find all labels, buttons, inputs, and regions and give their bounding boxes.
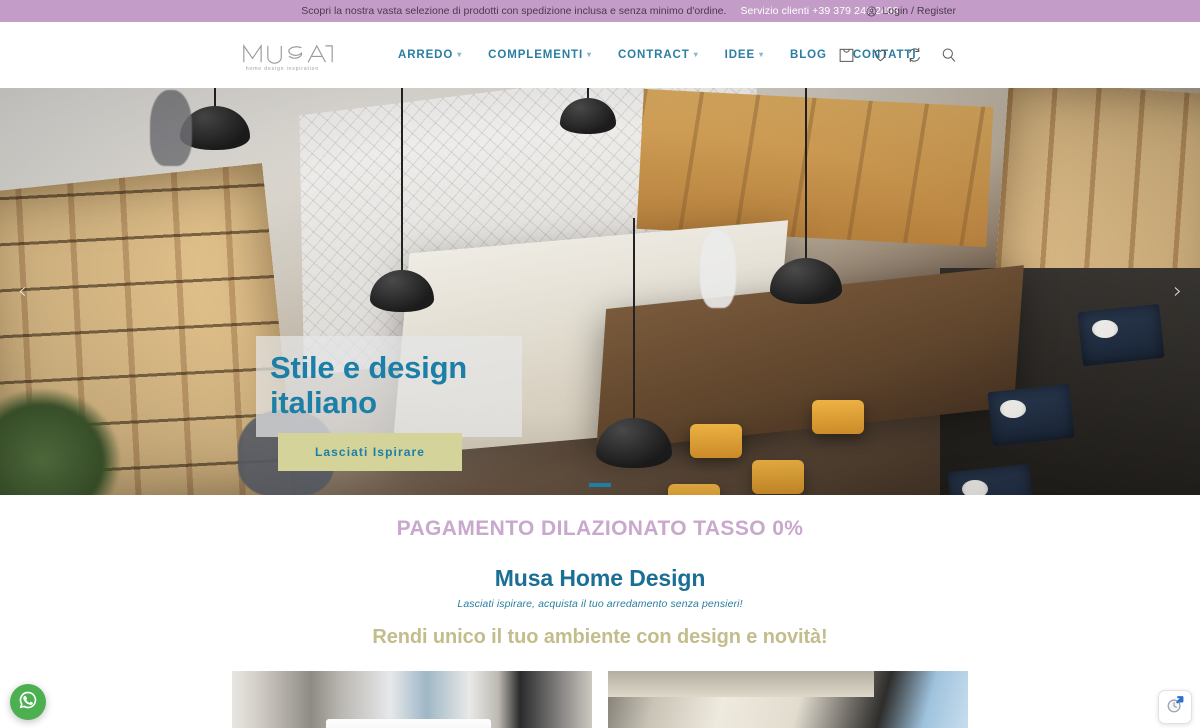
svg-text:home design inspiration: home design inspiration — [246, 66, 319, 72]
compare-icon[interactable] — [906, 47, 923, 64]
nav-item-blog[interactable]: BLOG — [790, 49, 827, 61]
card-modern-lighting-room[interactable] — [608, 671, 968, 728]
whatsapp-chat-button[interactable] — [10, 684, 46, 720]
featured-cards-row — [0, 671, 1200, 728]
user-icon — [866, 6, 877, 17]
hero-caption: Stile e design italiano — [256, 336, 522, 437]
hero-background-image — [0, 88, 1200, 495]
nav-item-contract[interactable]: CONTRACT ▾ — [618, 49, 699, 61]
wishlist-heart-icon[interactable] — [872, 47, 889, 64]
card-dining-room-interior[interactable] — [232, 671, 592, 728]
search-icon[interactable] — [940, 47, 957, 64]
nav-item-arredo[interactable]: ARREDO ▾ — [398, 49, 462, 61]
hero-title-line2: italiano — [270, 385, 377, 421]
chevron-down-icon: ▾ — [693, 50, 699, 59]
promo-banner-text: PAGAMENTO DILAZIONATO TASSO 0% — [396, 517, 804, 540]
carousel-dot-1[interactable] — [589, 483, 611, 487]
intro-secondary-heading: Rendi unico il tuo ambiente con design e… — [372, 626, 828, 648]
hero-title-line1: Stile e design — [270, 350, 468, 385]
site-header: home design inspiration ARREDO ▾ COMPLEM… — [0, 22, 1200, 88]
nav-item-idee[interactable]: IDEE ▾ — [725, 49, 764, 61]
chevron-down-icon: ▾ — [759, 50, 764, 59]
whatsapp-icon — [18, 690, 38, 715]
nav-label: BLOG — [790, 49, 827, 61]
carousel-pagination — [589, 483, 611, 487]
nav-label: COMPLEMENTI — [488, 49, 584, 61]
nav-label: ARREDO — [398, 49, 454, 61]
topbar-message: Scopri la nostra vasta selezione di prod… — [301, 5, 727, 17]
nav-label: IDEE — [724, 49, 756, 61]
intro-subtitle: Lasciati ispirare, acquista il tuo arred… — [457, 598, 743, 610]
chevron-down-icon: ▾ — [457, 50, 463, 59]
site-logo[interactable]: home design inspiration — [240, 38, 336, 72]
chevron-down-icon: ▾ — [587, 50, 592, 59]
login-register-label: Login / Register — [882, 5, 956, 17]
intro-section: Musa Home Design Lasciati ispirare, acqu… — [0, 551, 1200, 649]
header-icon-group — [838, 47, 957, 64]
login-register-link[interactable]: Login / Register — [866, 0, 956, 22]
carousel-prev-arrow[interactable]: ‹ — [18, 280, 27, 303]
hero-cta-button[interactable]: Lasciati Ispirare — [278, 433, 462, 471]
cart-icon[interactable] — [838, 47, 855, 64]
top-announcement-bar: Scopri la nostra vasta selezione di prod… — [0, 0, 1200, 22]
nav-item-complementi[interactable]: COMPLEMENTI ▾ — [488, 49, 592, 61]
nav-label: CONTRACT — [617, 49, 690, 61]
recently-viewed-icon — [1164, 694, 1186, 721]
page-title: Musa Home Design — [494, 565, 706, 591]
hero-carousel: Stile e design italiano Lasciati Ispirar… — [0, 88, 1200, 495]
carousel-next-arrow[interactable]: › — [1173, 280, 1182, 303]
recently-viewed-button[interactable] — [1158, 690, 1192, 724]
